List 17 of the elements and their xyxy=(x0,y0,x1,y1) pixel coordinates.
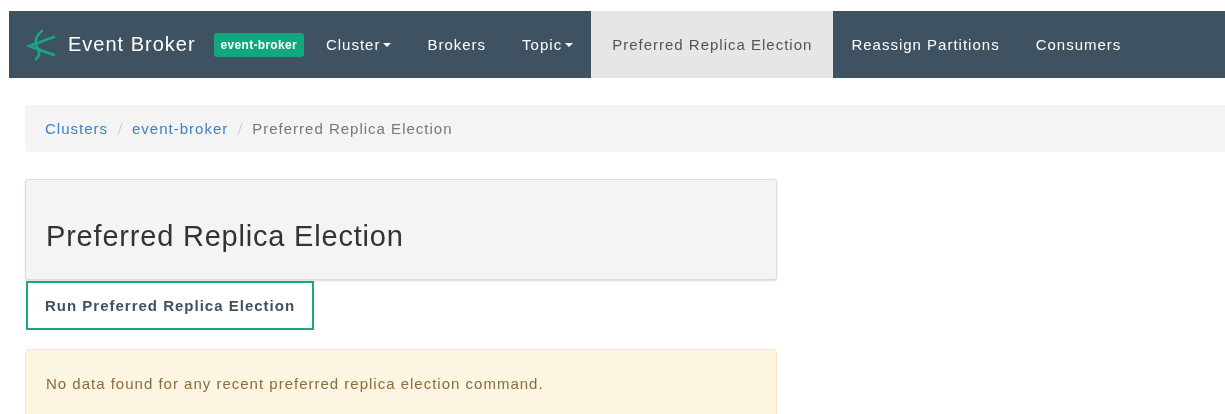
alert-text: No data found for any recent preferred replica election command. xyxy=(46,375,544,392)
brand-link[interactable]: Event Broker xyxy=(68,33,196,56)
nav-item[interactable]: Reassign Partitions xyxy=(833,11,1018,78)
nav-item[interactable]: Topic xyxy=(504,11,592,78)
page-heading: Preferred Replica Election xyxy=(46,220,404,253)
logo-icon[interactable] xyxy=(26,28,58,61)
nav-item[interactable]: Cluster xyxy=(307,11,410,78)
run-election-button[interactable]: Run Preferred Replica Election xyxy=(26,281,315,330)
breadcrumb-link[interactable]: Clusters xyxy=(45,120,108,137)
breadcrumb-page-title: Preferred Replica Election xyxy=(252,120,453,137)
cluster-badge: event-broker xyxy=(213,32,304,57)
nav-item[interactable]: Consumers xyxy=(1017,11,1140,78)
separator-icon xyxy=(237,121,244,136)
breadcrumb-link[interactable]: event-broker xyxy=(132,120,229,137)
separator-icon xyxy=(117,121,123,136)
nav-item[interactable]: Brokers xyxy=(409,11,505,78)
nav-item[interactable]: Preferred Replica Election xyxy=(591,11,834,78)
